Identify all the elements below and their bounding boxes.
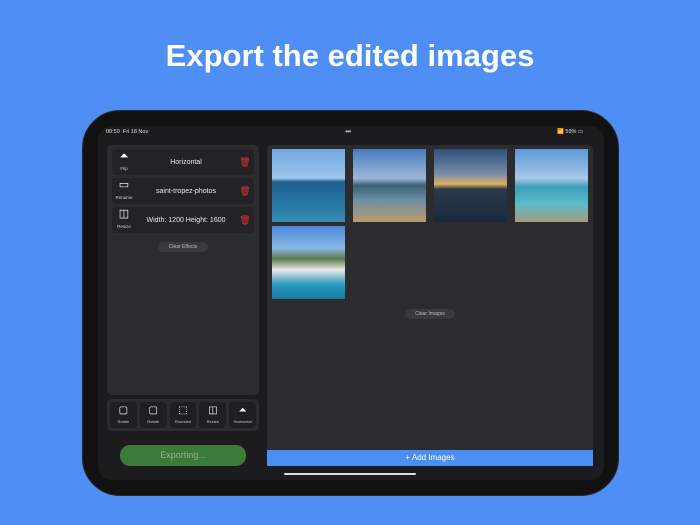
battery-level: 59% [565,129,577,135]
effect-value: saint-tropez-photos [156,187,216,195]
image-thumbnail[interactable] [515,149,588,222]
trash-icon[interactable]: 🗑 [236,157,254,168]
flip-icon: ⏶ Flip [119,149,129,171]
clear-effects-button[interactable]: Clear Effects [158,242,208,252]
headline: Export the edited images [165,38,535,73]
effects-panel: ⏶ Flip Horizontal 🗑 ▭ Rename saint-tropez-… [107,145,259,395]
rounded-button[interactable]: ⬚ Rounded [169,402,197,428]
images-panel: Clear Images [267,145,593,450]
resize-icon: ◫ Resize [117,207,131,229]
rotate-right-button[interactable]: ▢ Rotate [139,402,167,428]
time: 08:50 [106,129,120,135]
multitasking-dots[interactable]: ••• [345,127,351,136]
image-thumbnail[interactable] [272,226,345,299]
effect-value: Horizontal [170,158,202,166]
image-thumbnail[interactable] [272,149,345,222]
date: Fri 18 Nov [122,129,149,135]
effect-value: Width: 1200 Height: 1600 [146,216,226,224]
status-right: 📶 59% ▭ [557,129,584,135]
status-time: 08:50 Fri 18 Nov [106,129,148,135]
tools-bar: ▢ Rotate ▢ Rotate ⬚ Rounded ◫ Resize ⏶ Horizo… [107,399,259,431]
effect-row-flip[interactable]: ⏶ Flip Horizontal 🗑 [112,149,254,175]
home-indicator [284,473,416,475]
image-thumbnail[interactable] [353,149,426,222]
trash-icon[interactable]: 🗑 [236,215,254,226]
rotate-left-button[interactable]: ▢ Rotate [110,402,137,428]
export-button[interactable]: Exporting... [120,445,246,466]
effect-row-rename[interactable]: ▭ Rename saint-tropez-photos 🗑 [112,178,254,204]
image-thumbnail[interactable] [434,149,507,222]
add-images-button[interactable]: + Add Images [267,450,593,466]
effect-row-resize[interactable]: ◫ Resize Width: 1200 Height: 1600 🗑 [112,207,254,233]
rename-icon: ▭ Rename [115,178,133,200]
trash-icon[interactable]: 🗑 [236,186,254,197]
flip-horizontal-button[interactable]: ⏶ Horizontal [229,402,256,428]
resize-button[interactable]: ◫ Resize [199,402,227,428]
clear-images-button[interactable]: Clear Images [405,309,455,319]
